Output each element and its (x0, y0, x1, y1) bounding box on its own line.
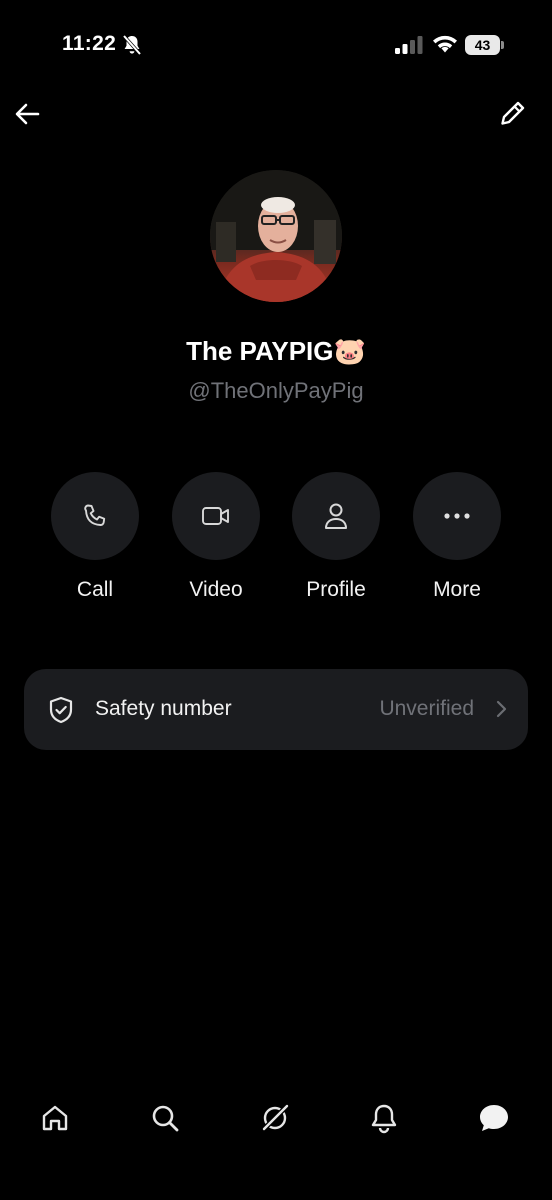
battery-icon: 43 (465, 35, 505, 55)
user-handle: @TheOnlyPayPig (188, 378, 364, 403)
profile-circle[interactable] (292, 472, 380, 560)
safety-number-label: Safety number (95, 697, 232, 720)
ellipsis-icon (444, 513, 470, 519)
video-label: Video (189, 578, 243, 601)
battery-level: 43 (465, 35, 500, 55)
more-label: More (433, 578, 481, 601)
chevron-right-icon (496, 700, 507, 718)
call-label: Call (76, 578, 114, 601)
shield-check-icon (49, 696, 73, 724)
bell-muted-icon (122, 34, 142, 56)
home-icon (42, 1105, 68, 1131)
nav-grok[interactable] (253, 1090, 297, 1146)
call-button[interactable]: Call (51, 472, 139, 602)
nav-messages[interactable] (472, 1090, 516, 1146)
more-button[interactable]: More (413, 472, 501, 602)
nav-notifications[interactable] (362, 1090, 406, 1146)
bell-icon (371, 1104, 397, 1134)
pencil-icon[interactable] (498, 98, 528, 130)
search-icon (152, 1105, 179, 1132)
call-circle[interactable] (51, 472, 139, 560)
nav-home[interactable] (33, 1090, 77, 1146)
signal-icon (395, 36, 423, 54)
grok-icon (261, 1104, 289, 1132)
safety-status: Unverified (379, 697, 474, 720)
status-time: 11:22 (62, 32, 117, 55)
profile-label: Profile (306, 578, 366, 601)
battery-tip (501, 41, 504, 49)
phone-icon (84, 504, 106, 526)
video-button[interactable]: Video (172, 472, 260, 602)
profile-button[interactable]: Profile (292, 472, 380, 602)
messages-icon (480, 1105, 508, 1131)
nav-search[interactable] (143, 1090, 187, 1146)
video-camera-icon (202, 507, 229, 525)
action-bar: Call Video Profile More (0, 472, 552, 612)
person-icon (325, 503, 347, 529)
display-name: The PAYPIG🐷 (186, 336, 366, 366)
status-bar: 11:22 43 (0, 0, 552, 90)
arrow-left-icon[interactable] (12, 98, 44, 130)
video-circle[interactable] (172, 472, 260, 560)
safety-number-row[interactable]: Safety number Unverified (24, 669, 528, 750)
avatar[interactable] (210, 170, 342, 302)
bottom-nav (0, 1090, 552, 1150)
wifi-icon (433, 35, 457, 53)
avatar-photo (210, 170, 342, 302)
more-circle[interactable] (413, 472, 501, 560)
